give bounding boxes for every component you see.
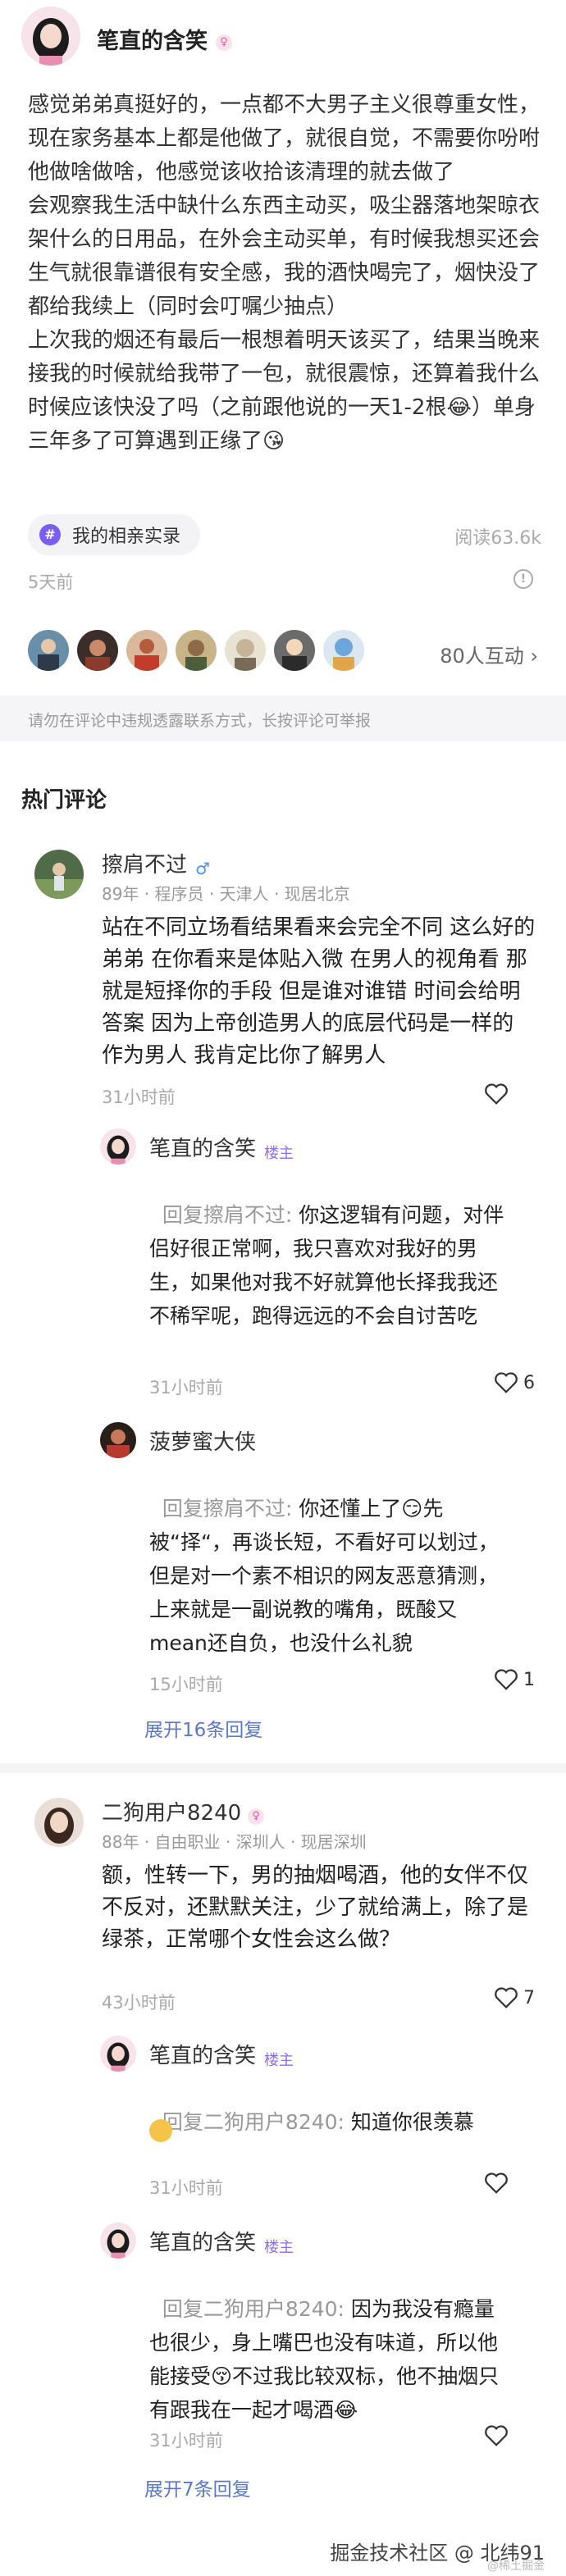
reply-text: 回复二狗用户8240: 知道你很羡慕 <box>162 2110 474 2134</box>
avatar <box>28 630 69 671</box>
comment-time: 31小时前 <box>102 1087 176 1107</box>
female-badge-icon: ♀ <box>216 34 232 51</box>
like-count: 1 <box>523 1669 535 1690</box>
avatar <box>176 630 217 671</box>
reply-author[interactable]: 笔直的含笑 楼主 <box>149 1132 294 1163</box>
reply-time: 31小时前 <box>149 2431 223 2451</box>
emoji-icon <box>149 2119 172 2142</box>
section-title: 热门评论 <box>21 788 107 813</box>
avatar[interactable] <box>100 1422 136 1458</box>
reply-author[interactable]: 笔直的含笑 楼主 <box>149 2226 294 2257</box>
reply-text: 回复二狗用户8240: 因为我没有瘾量也很少，身上嘴巴也没有味道，所以他能接受😚… <box>149 2297 500 2422</box>
commenter-meta: 88年 · 自由职业 · 深圳人 · 现居深圳 <box>102 1832 367 1852</box>
heart-icon <box>485 2425 508 2446</box>
like-count: 6 <box>523 1372 535 1393</box>
comment-time: 43小时前 <box>102 1993 176 2013</box>
hashtag-icon: # <box>39 524 61 545</box>
post-body: 感觉弟弟真挺好的，一点都不大男子主义很尊重女性，现在家务基本上都是他做了，就很自… <box>28 93 541 454</box>
topic-label: 我的相亲实录 <box>72 527 181 547</box>
heart-icon <box>485 2173 508 2194</box>
heart-icon <box>495 1987 518 2008</box>
avatar[interactable] <box>34 850 84 899</box>
avatar[interactable] <box>100 2223 136 2259</box>
topic-chip[interactable]: # 我的相亲实录 <box>28 514 201 555</box>
like-button[interactable] <box>484 2424 509 2451</box>
like-button[interactable] <box>484 1083 509 1109</box>
comment-body: 额，性转一下，男的抽烟喝酒，他的女伴不仅不反对，还默默关注，少了就给满上，除了是… <box>102 1863 529 1952</box>
avatar <box>274 630 315 671</box>
commenter-name[interactable]: 二狗用户8240 ♀ <box>102 1796 265 1826</box>
reply-time: 15小时前 <box>149 1675 223 1694</box>
expand-replies-link[interactable]: 展开7条回复 <box>144 2473 251 2501</box>
male-badge-icon: ♂ <box>195 858 210 878</box>
reply-time: 31小时前 <box>149 1378 223 1397</box>
reply-author[interactable]: 笔直的含笑 楼主 <box>149 2039 294 2070</box>
like-button[interactable]: 7 <box>494 1986 535 2009</box>
comment-body: 站在不同立场看结果看来会完全不同 这么好的弟弟 在你看来是体贴入微 在男人的视角… <box>102 915 536 1068</box>
avatar <box>323 630 364 671</box>
heart-icon <box>495 1372 518 1393</box>
divider <box>0 1763 566 1773</box>
like-button[interactable]: 1 <box>494 1668 535 1691</box>
report-icon[interactable]: ! <box>514 569 533 589</box>
heart-icon <box>495 1669 518 1690</box>
avatar[interactable] <box>34 1798 84 1847</box>
reply-time: 31小时前 <box>149 2178 223 2198</box>
notice-text: 请勿在评论中违规透露联系方式，长按评论可举报 <box>28 712 372 730</box>
owner-tag: 楼主 <box>264 1144 294 1162</box>
view-count: 阅读63.6k <box>454 528 541 549</box>
post-time: 5天前 <box>28 572 74 592</box>
reply-author[interactable]: 菠萝蜜大侠 <box>149 1425 256 1456</box>
interaction-avatars[interactable] <box>28 630 364 671</box>
avatar[interactable] <box>100 1128 136 1165</box>
interaction-count[interactable]: 80人互动 › <box>440 640 538 668</box>
chevron-right-icon: › <box>530 645 538 668</box>
like-button[interactable]: 6 <box>494 1371 535 1394</box>
avatar <box>225 630 266 671</box>
avatar <box>126 630 167 671</box>
female-badge-icon: ♀ <box>248 1808 265 1825</box>
watermark-small: @稀土掘金 <box>487 2560 545 2573</box>
avatar <box>77 630 118 671</box>
reply-text: 回复擦肩不过: 你这逻辑有问题，对伴侣好很正常啊，我只喜欢对我好的男生，如果他对… <box>149 1203 504 1328</box>
commenter-meta: 89年 · 程序员 · 天津人 · 现居北京 <box>102 884 350 904</box>
commenter-name[interactable]: 擦肩不过 ♂ <box>102 848 210 878</box>
author-avatar[interactable] <box>21 7 80 66</box>
reply-text: 回复擦肩不过: 你还懂上了😏先被“择“，再谈长短，不看好可以划过，但是对一个素不… <box>149 1497 499 1655</box>
expand-replies-link[interactable]: 展开16条回复 <box>144 1714 262 1742</box>
like-button[interactable] <box>484 2172 509 2198</box>
author-name[interactable]: 笔直的含笑 ♀ <box>97 23 232 55</box>
owner-tag: 楼主 <box>264 2051 294 2069</box>
avatar[interactable] <box>100 2036 136 2072</box>
owner-tag: 楼主 <box>264 2238 294 2256</box>
heart-icon <box>485 1083 508 1105</box>
like-count: 7 <box>523 1987 535 2008</box>
